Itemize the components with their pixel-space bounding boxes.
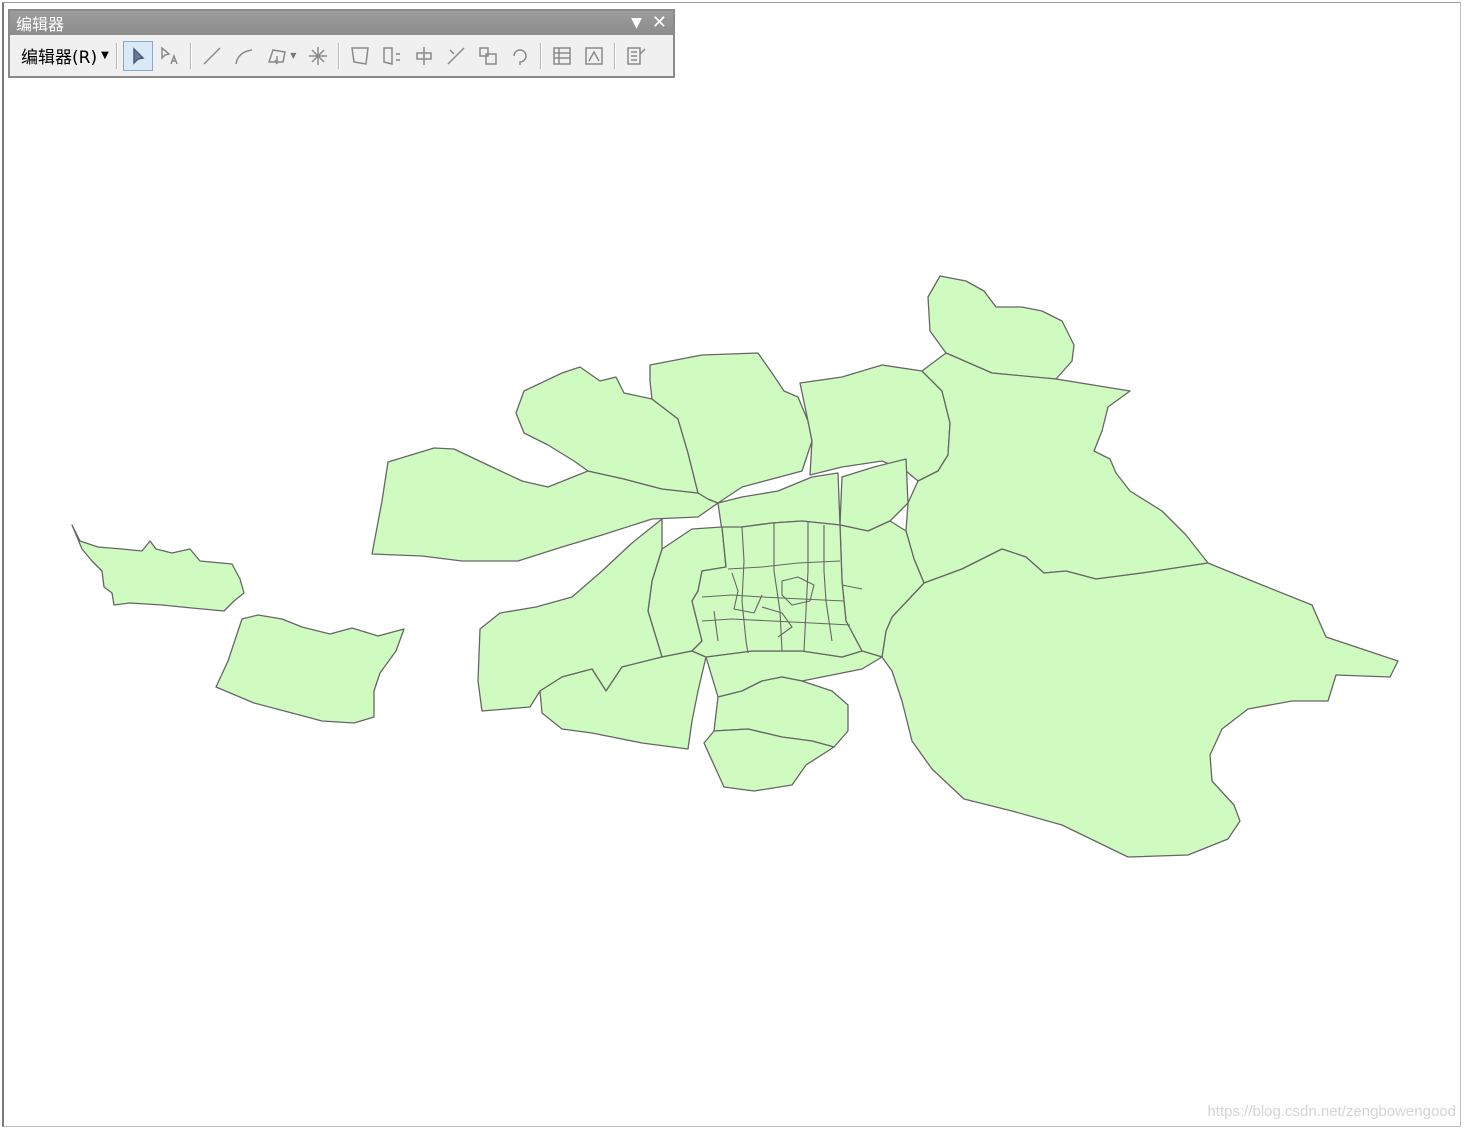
toolbar-options-icon[interactable]: ▼ xyxy=(631,16,642,30)
rotate-tool-button[interactable] xyxy=(505,41,535,71)
split-tool-icon xyxy=(447,46,465,65)
trace-construct-button[interactable]: ▼ xyxy=(261,41,301,71)
map-polygon[interactable] xyxy=(71,524,245,612)
map-polygon[interactable] xyxy=(799,364,951,482)
edit-tool-icon xyxy=(133,46,145,65)
chevron-down-icon: ▼ xyxy=(290,51,297,60)
attributes-transfer-icon xyxy=(479,46,497,65)
reshape-feature-icon xyxy=(383,46,400,65)
create-features-button[interactable] xyxy=(621,41,651,71)
editor-menu-button[interactable]: 编辑器(R) ▼ xyxy=(18,41,112,70)
toolbar-separator xyxy=(189,42,192,69)
map-polygon[interactable] xyxy=(905,352,1209,584)
map-polygon[interactable] xyxy=(215,614,405,724)
edit-tool-button[interactable] xyxy=(122,40,153,71)
map-polygon[interactable] xyxy=(881,548,1399,858)
edit-vertices-icon xyxy=(350,46,369,65)
toolbar-separator xyxy=(539,42,542,69)
midpoint-icon xyxy=(308,46,327,65)
sketch-properties-icon xyxy=(585,46,603,65)
trace-construct-icon xyxy=(268,48,287,64)
split-tool-button[interactable] xyxy=(441,41,471,71)
sketch-properties-button[interactable] xyxy=(579,41,609,71)
editor-menu-label: 编辑器(R) xyxy=(21,48,98,68)
toolbar-title: 编辑器 xyxy=(16,15,65,34)
straight-segment-icon xyxy=(203,46,221,65)
watermark: https://blog.csdn.net/zengbowengood xyxy=(1207,1103,1456,1120)
map-canvas[interactable] xyxy=(4,3,1463,1128)
midpoint-button[interactable] xyxy=(303,41,333,71)
edit-annotation-tool-button[interactable] xyxy=(155,41,185,71)
create-features-icon xyxy=(627,46,646,65)
edit-annotation-tool-icon xyxy=(161,45,178,64)
toolbar-separator xyxy=(613,42,616,69)
attributes-icon xyxy=(553,46,571,65)
reshape-feature-button[interactable] xyxy=(377,41,407,71)
toolbar-row: 编辑器(R) ▼ ▼ xyxy=(10,35,673,76)
end-point-arc-icon xyxy=(235,48,252,64)
toolbar-separator xyxy=(337,42,340,69)
attributes-transfer-button[interactable] xyxy=(473,41,503,71)
map-display[interactable] xyxy=(2,2,1461,1127)
straight-segment-button[interactable] xyxy=(197,41,227,71)
cut-polygons-icon xyxy=(416,46,432,65)
rotate-tool-icon xyxy=(513,48,527,65)
toolbar-separator xyxy=(115,42,118,69)
end-point-arc-button[interactable] xyxy=(229,41,259,71)
chevron-down-icon: ▼ xyxy=(101,50,109,61)
toolbar-titlebar[interactable]: 编辑器 ▼ ✕ xyxy=(10,11,673,35)
close-icon[interactable]: ✕ xyxy=(652,14,667,32)
map-polygon[interactable] xyxy=(839,458,909,532)
edit-vertices-button[interactable] xyxy=(345,41,375,71)
editor-toolbar[interactable]: 编辑器 ▼ ✕ 编辑器(R) ▼ ▼ xyxy=(8,9,675,78)
cut-polygons-button[interactable] xyxy=(409,41,439,71)
attributes-button[interactable] xyxy=(547,41,577,71)
